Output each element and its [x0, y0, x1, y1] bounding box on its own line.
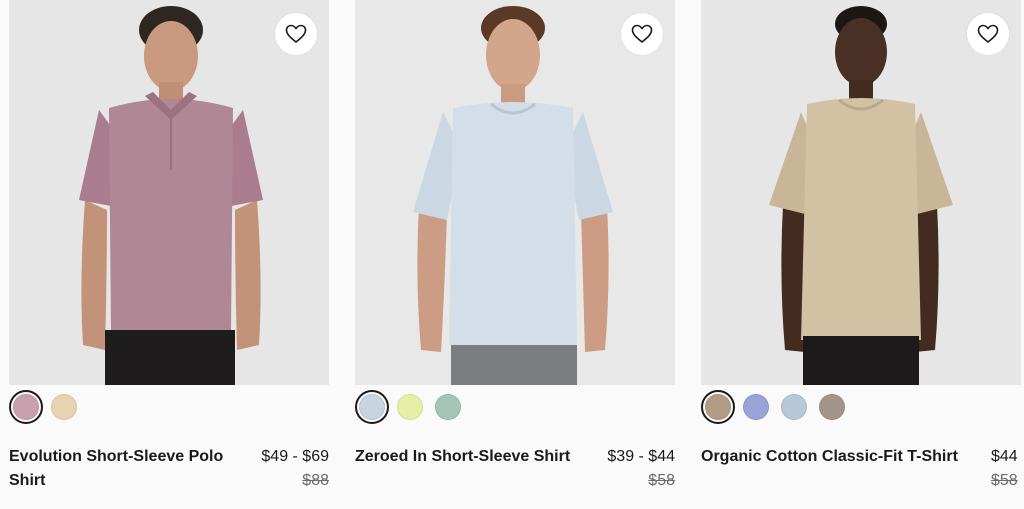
color-swatch-3[interactable] — [777, 390, 811, 424]
heart-icon — [285, 24, 307, 43]
model-photo — [355, 0, 675, 385]
product-name[interactable]: Evolution Short-Sleeve Polo Shirt — [9, 445, 234, 493]
color-swatch-2[interactable] — [739, 390, 773, 424]
heart-icon — [631, 24, 653, 43]
favorite-button[interactable] — [621, 13, 663, 55]
original-price: $88 — [302, 472, 329, 489]
product-image[interactable] — [9, 0, 329, 385]
color-swatch-4[interactable] — [815, 390, 849, 424]
product-card[interactable]: Organic Cotton Classic-Fit T-Shirt $44 $… — [701, 0, 1024, 509]
color-swatch-1[interactable] — [9, 390, 43, 424]
product-name[interactable]: Zeroed In Short-Sleeve Shirt — [355, 445, 580, 469]
favorite-button[interactable] — [967, 13, 1009, 55]
heart-icon — [977, 24, 999, 43]
color-swatches — [9, 389, 81, 425]
color-swatch-2[interactable] — [393, 390, 427, 424]
color-swatches — [355, 389, 465, 425]
color-swatch-1[interactable] — [355, 390, 389, 424]
price-block: $44 $58 — [991, 445, 1018, 493]
model-photo — [701, 0, 1021, 385]
color-swatch-2[interactable] — [47, 390, 81, 424]
product-price: $49 - $69 — [261, 448, 329, 465]
product-card[interactable]: Zeroed In Short-Sleeve Shirt $39 - $44 $… — [355, 0, 675, 509]
color-swatch-3[interactable] — [431, 390, 465, 424]
product-image[interactable] — [701, 0, 1021, 385]
model-photo — [9, 0, 329, 385]
price-block: $39 - $44 $58 — [607, 445, 675, 493]
product-image[interactable] — [355, 0, 675, 385]
color-swatches — [701, 389, 849, 425]
price-block: $49 - $69 $88 — [261, 445, 329, 493]
color-swatch-1[interactable] — [701, 390, 735, 424]
product-price: $39 - $44 — [607, 448, 675, 465]
original-price: $58 — [648, 472, 675, 489]
product-name[interactable]: Organic Cotton Classic-Fit T-Shirt — [701, 445, 981, 469]
product-price: $44 — [991, 448, 1018, 465]
favorite-button[interactable] — [275, 13, 317, 55]
original-price: $58 — [991, 472, 1018, 489]
product-card[interactable]: Evolution Short-Sleeve Polo Shirt $49 - … — [9, 0, 329, 509]
